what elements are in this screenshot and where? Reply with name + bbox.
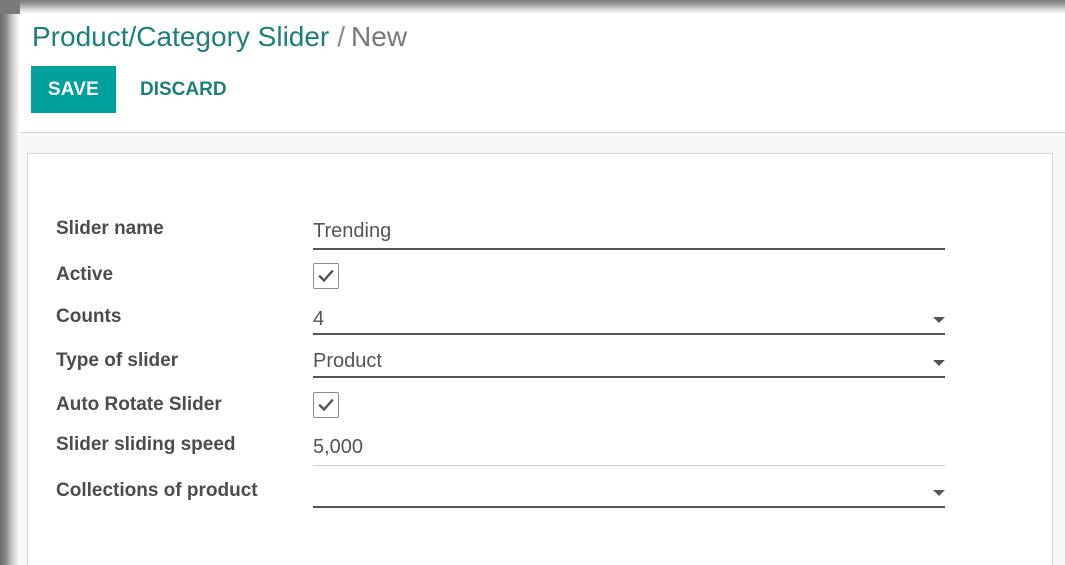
slider-sliding-speed-label: Slider sliding speed xyxy=(56,434,236,455)
active-checkbox[interactable] xyxy=(313,263,339,289)
collections-of-product-select[interactable] xyxy=(313,478,945,508)
slider-name-input[interactable]: Trending xyxy=(313,218,945,250)
screenshot-frame-corner xyxy=(0,0,20,14)
counts-label: Counts xyxy=(56,306,122,327)
type-of-slider-label: Type of slider xyxy=(56,350,179,371)
discard-button[interactable]: DISCARD xyxy=(140,66,227,113)
breadcrumb-separator: / xyxy=(337,21,346,52)
slider-sliding-speed-input[interactable]: 5,000 xyxy=(313,434,945,466)
screenshot-frame-top xyxy=(0,0,1065,14)
caret-down-icon xyxy=(933,360,945,366)
type-of-slider-select[interactable]: Product xyxy=(313,348,945,378)
active-label: Active xyxy=(56,264,114,285)
checkmark-icon xyxy=(318,398,334,412)
auto-rotate-slider-label: Auto Rotate Slider xyxy=(56,394,222,415)
type-of-slider-value: Product xyxy=(313,350,382,372)
caret-down-icon xyxy=(933,490,945,496)
auto-rotate-slider-checkbox[interactable] xyxy=(313,392,339,418)
caret-down-icon xyxy=(933,317,945,323)
breadcrumb-current: New xyxy=(351,21,408,52)
slider-name-value: Trending xyxy=(313,220,392,242)
counts-value: 4 xyxy=(313,308,325,330)
breadcrumb: Product/Category Slider / New xyxy=(32,20,407,54)
counts-select[interactable]: 4 xyxy=(313,305,945,335)
breadcrumb-parent-link[interactable]: Product/Category Slider xyxy=(32,21,329,52)
collections-of-product-label: Collections of product xyxy=(56,480,258,501)
save-button[interactable]: SAVE xyxy=(31,66,116,113)
control-panel: Product/Category Slider / New SAVE DISCARD xyxy=(20,14,1065,133)
screenshot-frame-left xyxy=(0,0,20,565)
checkmark-icon xyxy=(318,269,334,283)
slider-sliding-speed-value: 5,000 xyxy=(313,436,364,458)
slider-name-label: Slider name xyxy=(56,218,164,239)
